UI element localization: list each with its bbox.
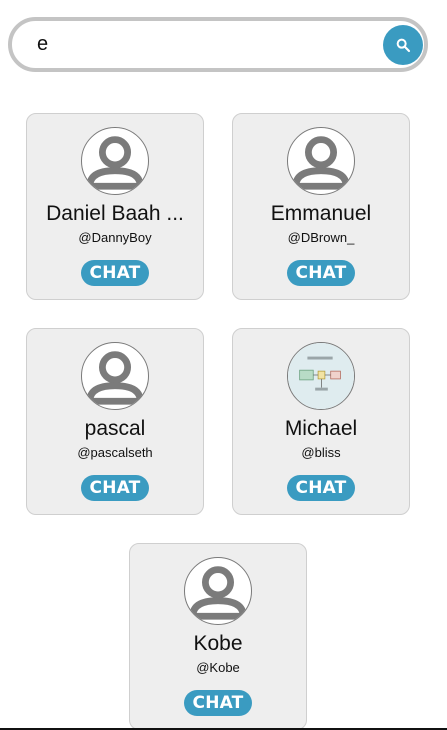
diagram-photo: [288, 343, 354, 409]
user-name: Emmanuel: [270, 202, 372, 225]
user-name: pascal: [84, 417, 146, 440]
chat-button[interactable]: CHAT: [81, 260, 149, 286]
user-card: Emmanuel @DBrown_ CHAT: [232, 113, 410, 300]
avatar: [81, 127, 149, 195]
avatar: [184, 557, 252, 625]
default-avatar-icon: [86, 351, 144, 405]
default-avatar-icon: [292, 136, 350, 190]
user-handle: @Kobe: [196, 660, 240, 675]
user-handle: @pascalseth: [77, 445, 153, 460]
avatar: [287, 342, 355, 410]
chat-button[interactable]: CHAT: [81, 475, 149, 501]
search-bar: [8, 17, 428, 72]
user-card: Kobe @Kobe CHAT: [129, 543, 307, 730]
user-card: Daniel Baah ... @DannyBoy CHAT: [26, 113, 204, 300]
chat-button[interactable]: CHAT: [287, 475, 355, 501]
search-button[interactable]: [383, 24, 423, 65]
user-card: pascal @pascalseth CHAT: [26, 328, 204, 515]
default-avatar-icon: [86, 136, 144, 190]
avatar: [81, 342, 149, 410]
default-avatar-icon: [189, 566, 247, 620]
user-name: Kobe: [193, 632, 243, 655]
user-handle: @DBrown_: [287, 230, 355, 245]
avatar: [287, 127, 355, 195]
user-name: Michael: [284, 417, 358, 440]
user-name: Daniel Baah ...: [46, 202, 184, 225]
chat-button[interactable]: CHAT: [184, 690, 252, 716]
search-icon: [396, 38, 411, 52]
user-card: Michael @bliss CHAT: [232, 328, 410, 515]
search-input[interactable]: [37, 26, 357, 63]
chat-button[interactable]: CHAT: [287, 260, 355, 286]
user-handle: @bliss: [301, 445, 341, 460]
user-handle: @DannyBoy: [78, 230, 152, 245]
